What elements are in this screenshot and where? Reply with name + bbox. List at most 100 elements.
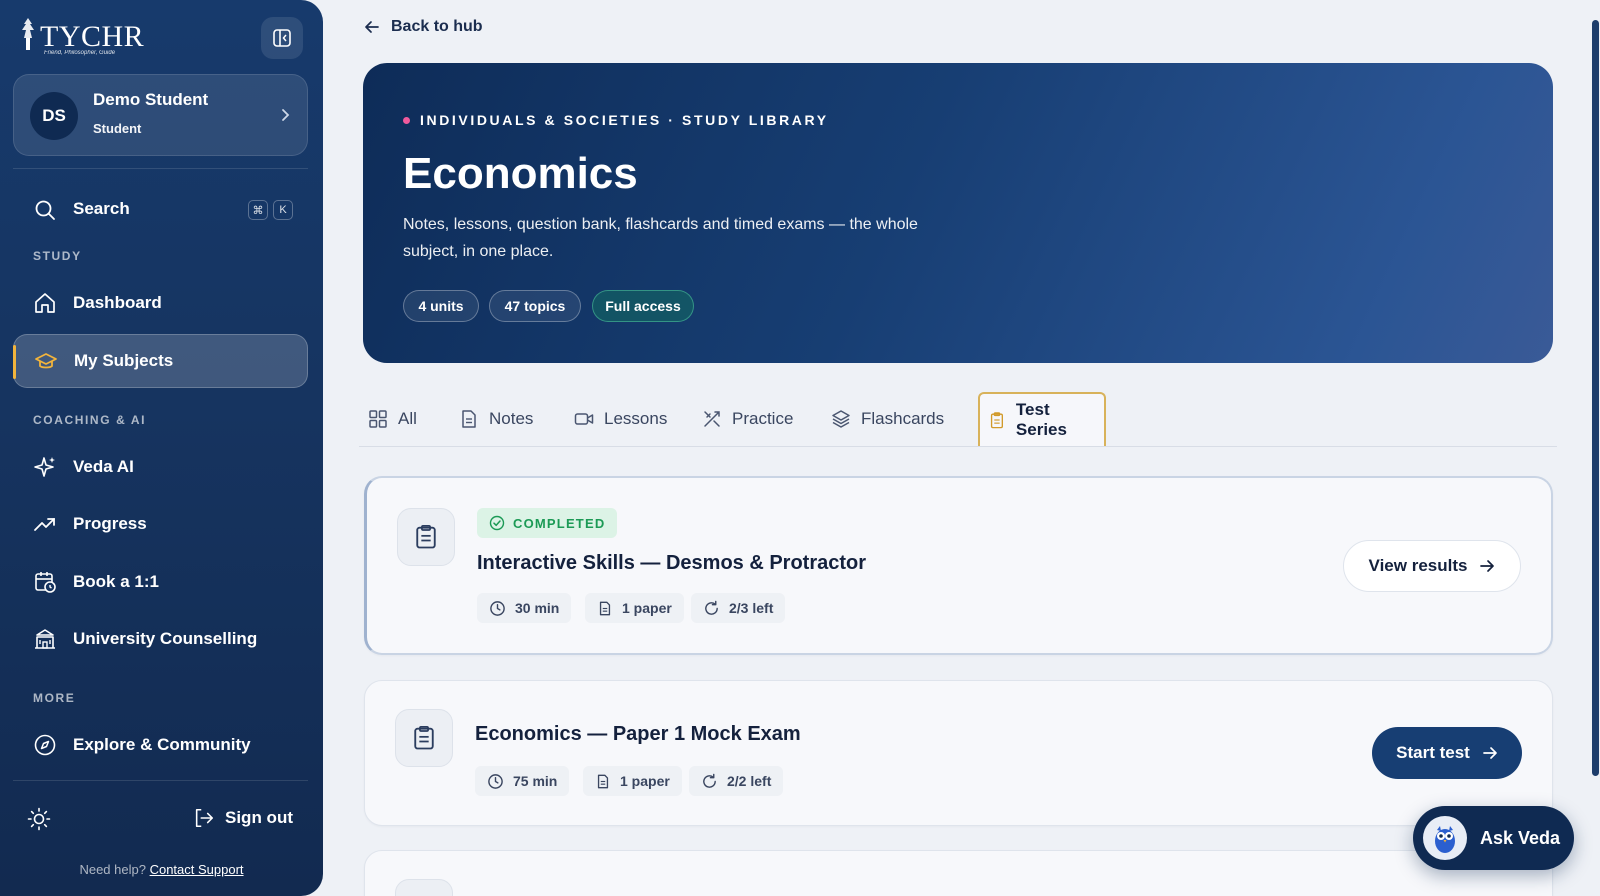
tab-label: Lessons [604, 409, 668, 428]
refresh-icon [705, 600, 718, 615]
veda-mascot-icon [1423, 816, 1467, 860]
ask-veda-button[interactable]: Ask Veda [1413, 806, 1574, 870]
tab-notes[interactable]: Notes [459, 392, 533, 446]
start-test-button[interactable]: Start test [1372, 727, 1522, 779]
section-label-coaching: COACHING & AI [33, 413, 147, 427]
clipboard-list-icon [414, 726, 434, 750]
sidebar-item-label: Veda AI [73, 457, 134, 476]
graduation-cap-icon [35, 353, 57, 369]
attempts-pill: 2/2 left [689, 766, 784, 796]
contact-support-link[interactable]: Contact Support [150, 862, 244, 877]
logo-tagline: Friend, Philosopher, Guide [44, 50, 116, 56]
back-link-label: Back to hub [391, 18, 483, 35]
user-role: Student [93, 121, 142, 136]
duration-value: 30 min [515, 600, 560, 616]
arrow-left-icon [365, 21, 379, 33]
eyebrow-dot [403, 116, 410, 124]
sidebar-toggle-icon [273, 29, 291, 47]
test-title: Interactive Skills — Desmos & Protractor [477, 552, 867, 574]
logo-text: TYCHR [40, 20, 145, 53]
theme-toggle-sun-icon[interactable] [27, 807, 51, 831]
attempts-pill: 2/3 left [691, 593, 786, 623]
tab-practice[interactable]: Practice [702, 392, 793, 446]
test-title: Economics — Paper 1 Mock Exam [475, 723, 801, 745]
divider [13, 780, 308, 781]
avatar: DS [30, 92, 78, 140]
tab-label: All [398, 409, 417, 428]
compass-icon [34, 734, 56, 756]
back-to-hub-link[interactable]: Back to hub [363, 18, 483, 36]
sidebar-footer: Sign out [13, 797, 308, 841]
test-icon-tile [397, 508, 455, 566]
search-icon [35, 200, 55, 220]
attempts-value: 2/3 left [729, 600, 774, 616]
layers-icon [832, 410, 850, 428]
sidebar-item-progress[interactable]: Progress [13, 497, 308, 551]
divider [13, 168, 308, 169]
papers-value: 1 paper [620, 773, 670, 789]
tab-label: Practice [732, 409, 794, 428]
duration-pill: 75 min [475, 766, 570, 796]
document-icon [599, 601, 611, 615]
sparkle-icon [34, 457, 55, 477]
tab-all[interactable]: All [368, 392, 417, 446]
sidebar-item-dashboard[interactable]: Dashboard [13, 276, 308, 330]
sidebar-item-university-counselling[interactable]: University Counselling [13, 612, 308, 666]
sign-out-label: Sign out [225, 808, 293, 827]
user-name: Demo Student [93, 90, 209, 109]
eyebrow-text: INDIVIDUALS & SOCIETIES · STUDY LIBRARY [420, 112, 829, 128]
attempts-value: 2/2 left [727, 773, 772, 789]
test-icon-tile [395, 879, 453, 896]
school-building-icon [35, 629, 55, 649]
section-label-study: STUDY [33, 249, 82, 263]
sidebar-item-label: Dashboard [73, 293, 162, 312]
test-card[interactable]: COMPLETED Interactive Skills — Desmos & … [364, 476, 1553, 655]
sign-out-icon [195, 808, 214, 828]
search-label: Search [73, 199, 130, 218]
test-card[interactable]: Economics — Paper 1 Mock Exam 75 min 1 p… [364, 680, 1553, 826]
sidebar-item-my-subjects[interactable]: My Subjects [13, 334, 308, 388]
section-label-more: MORE [33, 691, 76, 705]
duration-value: 75 min [513, 773, 558, 789]
clipboard-list-icon [416, 525, 436, 549]
help-text: Need help? [79, 862, 146, 877]
tab-label: Flashcards [861, 409, 945, 428]
collapse-sidebar-button[interactable] [261, 17, 303, 59]
status-badge: COMPLETED [477, 508, 618, 538]
search-button[interactable]: Search ⌘ K [13, 188, 308, 232]
sidebar-item-book-session[interactable]: Book a 1:1 [13, 555, 308, 609]
document-icon [597, 774, 609, 788]
grid-icon [369, 410, 387, 428]
tab-flashcards[interactable]: Flashcards [831, 392, 944, 446]
chevron-right-icon [282, 109, 290, 121]
sign-out-button[interactable]: Sign out [193, 807, 293, 829]
hero-description: Notes, lessons, question bank, flashcard… [403, 216, 918, 260]
sidebar-item-explore-community[interactable]: Explore & Community [13, 718, 308, 772]
page-title: Economics [403, 149, 638, 198]
user-profile-card[interactable]: DS Demo Student Student [13, 74, 308, 156]
status-label: COMPLETED [513, 515, 606, 531]
calendar-clock-icon [35, 572, 56, 593]
tab-test-series[interactable]: Test Series [978, 392, 1106, 446]
owl-logo-icon [22, 18, 34, 50]
papers-pill: 1 paper [583, 766, 682, 796]
tools-icon [704, 411, 720, 427]
test-card[interactable] [364, 850, 1553, 896]
duration-pill: 30 min [477, 593, 572, 623]
view-results-button[interactable]: View results [1343, 540, 1521, 592]
tab-lessons[interactable]: Lessons [574, 392, 667, 446]
tychr-logo[interactable]: TYCHR Friend, Philosopher, Guide [16, 16, 145, 56]
arrow-right-icon [1480, 560, 1495, 572]
sidebar-item-label: Book a 1:1 [73, 572, 159, 591]
sidebar-item-label: My Subjects [74, 351, 174, 370]
clipboard-icon [990, 412, 1003, 429]
tab-label: Test Series [1015, 400, 1067, 439]
papers-value: 1 paper [622, 600, 672, 616]
test-icon-tile [395, 709, 453, 767]
subject-hero-banner: INDIVIDUALS & SOCIETIES · STUDY LIBRARY … [363, 63, 1553, 363]
content-tabs: All Notes Lessons Practice Flashcards Te… [359, 392, 1557, 447]
sidebar-item-veda-ai[interactable]: Veda AI [13, 440, 308, 494]
clock-icon [488, 773, 503, 789]
sidebar: TYCHR Friend, Philosopher, Guide DS Demo… [0, 0, 323, 896]
page-scrollbar[interactable] [1592, 20, 1599, 776]
